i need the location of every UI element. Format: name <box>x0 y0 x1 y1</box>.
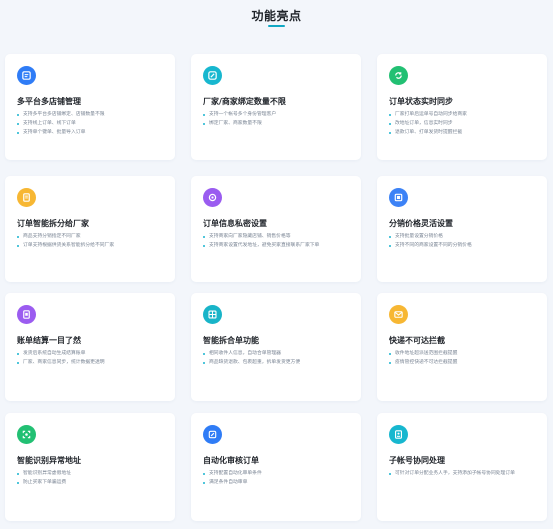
feature-bullet: 厂家、商家信息同步，统计数据更透明 <box>17 358 167 367</box>
feature-card: 分销价格灵活设置支持批量设置分销价格 支持不同的商家设置不同的分销价格 <box>377 176 547 282</box>
feature-card: 快递不可达拦截收件地址超派送范围拦截提醒 疫情管控快递不可达拦截提醒 <box>377 293 547 401</box>
feature-title: 智能识别异常地址 <box>17 456 81 465</box>
feature-card: 智能拆合单功能相同收件人信息，自动合单管理器 商品缺货退款、包裹超重，拆单发货更方… <box>191 293 361 401</box>
edit-audit-icon <box>203 425 222 444</box>
feature-title: 快递不可达拦截 <box>389 336 445 345</box>
feature-card: 订单智能拆分给厂家商品支持分销指定不同厂家 订单支持根据供货关系智能拆分给不同厂家 <box>5 176 175 282</box>
feature-bullet: 支持不同的商家设置不同的分销价格 <box>389 241 539 250</box>
address-scan-icon <box>17 425 36 444</box>
feature-title: 自动化审核订单 <box>203 456 259 465</box>
feature-bullet: 发货后系统自动生成结算账单 <box>17 349 167 358</box>
feature-bullet-list: 支持商家向厂家隐藏店铺、销售价格等 支持商家设置代发地址，避免买家直接联系厂家下单 <box>203 232 353 250</box>
feature-bullet-list: 发货后系统自动生成结算账单 厂家、商家信息同步，统计数据更透明 <box>17 349 167 367</box>
feature-bullet: 防止买家下单骗运费 <box>17 478 167 487</box>
feature-bullet-list: 支持配置自动化审单条件 满足条件自动审单 <box>203 469 353 487</box>
feature-bullet: 订单支持根据供货关系智能拆分给不同厂家 <box>17 241 167 250</box>
mail-block-icon <box>389 305 408 324</box>
feature-bullet: 支持商家设置代发地址，避免买家直接联系厂家下单 <box>203 241 353 250</box>
feature-bullet: 支持多平台多店铺绑定、店铺数量不限 <box>17 110 167 119</box>
feature-bullet: 商品支持分销指定不同厂家 <box>17 232 167 241</box>
feature-bullet: 收件地址超派送范围拦截提醒 <box>389 349 539 358</box>
feature-bullet: 改地址订单，信息实时同步 <box>389 119 539 128</box>
feature-bullet: 满足条件自动审单 <box>203 478 353 487</box>
price-tag-icon <box>389 188 408 207</box>
feature-card: 订单状态实时同步厂家打单后运单号自动同步给商家 改地址订单，信息实时同步 退款订单、… <box>377 54 547 160</box>
feature-bullet: 支持商家向厂家隐藏店铺、销售价格等 <box>203 232 353 241</box>
feature-title: 多平台多店铺管理 <box>17 97 81 106</box>
feature-bullet-list: 可针对订单分配业务人手，支持添加子帐号协同处理订单 <box>389 469 539 478</box>
feature-bullet-list: 相同收件人信息，自动合单管理器 商品缺货退款、包裹超重，拆单发货更方便 <box>203 349 353 367</box>
bill-icon <box>17 305 36 324</box>
feature-title: 智能拆合单功能 <box>203 336 259 345</box>
page-title: 功能亮点 <box>251 9 302 23</box>
feature-title: 订单状态实时同步 <box>389 97 453 106</box>
feature-bullet: 智能识别异常虚假地址 <box>17 469 167 478</box>
feature-bullet-list: 支持批量设置分销价格 支持不同的商家设置不同的分销价格 <box>389 232 539 250</box>
feature-card: 多平台多店铺管理支持多平台多店铺绑定、店铺数量不限 支持线上订单、线下订单 支持单个… <box>5 54 175 160</box>
feature-title: 订单智能拆分给厂家 <box>17 219 89 228</box>
feature-bullet-list: 支持一个帐号多个身份管理客户 绑定厂家、商家数量不限 <box>203 110 353 128</box>
title-underline <box>268 25 285 27</box>
feature-bullet: 疫情管控快递不可达拦截提醒 <box>389 358 539 367</box>
feature-bullet-list: 厂家打单后运单号自动同步给商家 改地址订单，信息实时同步 退款订单、打单发货时提醒拦… <box>389 110 539 138</box>
feature-card: 子帐号协同处理可针对订单分配业务人手，支持添加子帐号协同处理订单 <box>377 413 547 521</box>
privacy-icon <box>203 188 222 207</box>
feature-card: 厂家/商家绑定数量不限支持一个帐号多个身份管理客户 绑定厂家、商家数量不限 <box>191 54 361 160</box>
feature-title: 厂家/商家绑定数量不限 <box>203 97 286 106</box>
feature-bullet: 相同收件人信息，自动合单管理器 <box>203 349 353 358</box>
feature-bullet: 支持批量设置分销价格 <box>389 232 539 241</box>
feature-title: 分销价格灵活设置 <box>389 219 453 228</box>
feature-bullet: 支持配置自动化审单条件 <box>203 469 353 478</box>
feature-bullet: 支持单个键单、批量导入订单 <box>17 128 167 137</box>
feature-card: 账单结算一目了然发货后系统自动生成结算账单 厂家、商家信息同步，统计数据更透明 <box>5 293 175 401</box>
feature-bullet: 支持一个帐号多个身份管理客户 <box>203 110 353 119</box>
feature-bullet-list: 收件地址超派送范围拦截提醒 疫情管控快递不可达拦截提醒 <box>389 349 539 367</box>
feature-card: 订单信息私密设置支持商家向厂家隐藏店铺、销售价格等 支持商家设置代发地址，避免买家… <box>191 176 361 282</box>
feature-bullet-list: 商品支持分销指定不同厂家 订单支持根据供货关系智能拆分给不同厂家 <box>17 232 167 250</box>
shop-switch-icon <box>17 66 36 85</box>
feature-bullet: 支持线上订单、线下订单 <box>17 119 167 128</box>
feature-bullet-list: 支持多平台多店铺绑定、店铺数量不限 支持线上订单、线下订单 支持单个键单、批量导入订… <box>17 110 167 138</box>
sub-account-icon <box>389 425 408 444</box>
feature-bullet: 可针对订单分配业务人手，支持添加子帐号协同处理订单 <box>389 469 539 478</box>
feature-bullet: 绑定厂家、商家数量不限 <box>203 119 353 128</box>
link-icon <box>203 66 222 85</box>
feature-card: 自动化审核订单支持配置自动化审单条件 满足条件自动审单 <box>191 413 361 521</box>
document-icon <box>17 188 36 207</box>
feature-bullet: 商品缺货退款、包裹超重，拆单发货更方便 <box>203 358 353 367</box>
feature-title: 账单结算一目了然 <box>17 336 81 345</box>
feature-card: 智能识别异常地址智能识别异常虚假地址 防止买家下单骗运费 <box>5 413 175 521</box>
feature-bullet: 厂家打单后运单号自动同步给商家 <box>389 110 539 119</box>
feature-bullet: 退款订单、打单发货时提醒拦截 <box>389 128 539 137</box>
grid-merge-icon <box>203 305 222 324</box>
feature-title: 子帐号协同处理 <box>389 456 445 465</box>
feature-title: 订单信息私密设置 <box>203 219 267 228</box>
feature-bullet-list: 智能识别异常虚假地址 防止买家下单骗运费 <box>17 469 167 487</box>
sync-icon <box>389 66 408 85</box>
